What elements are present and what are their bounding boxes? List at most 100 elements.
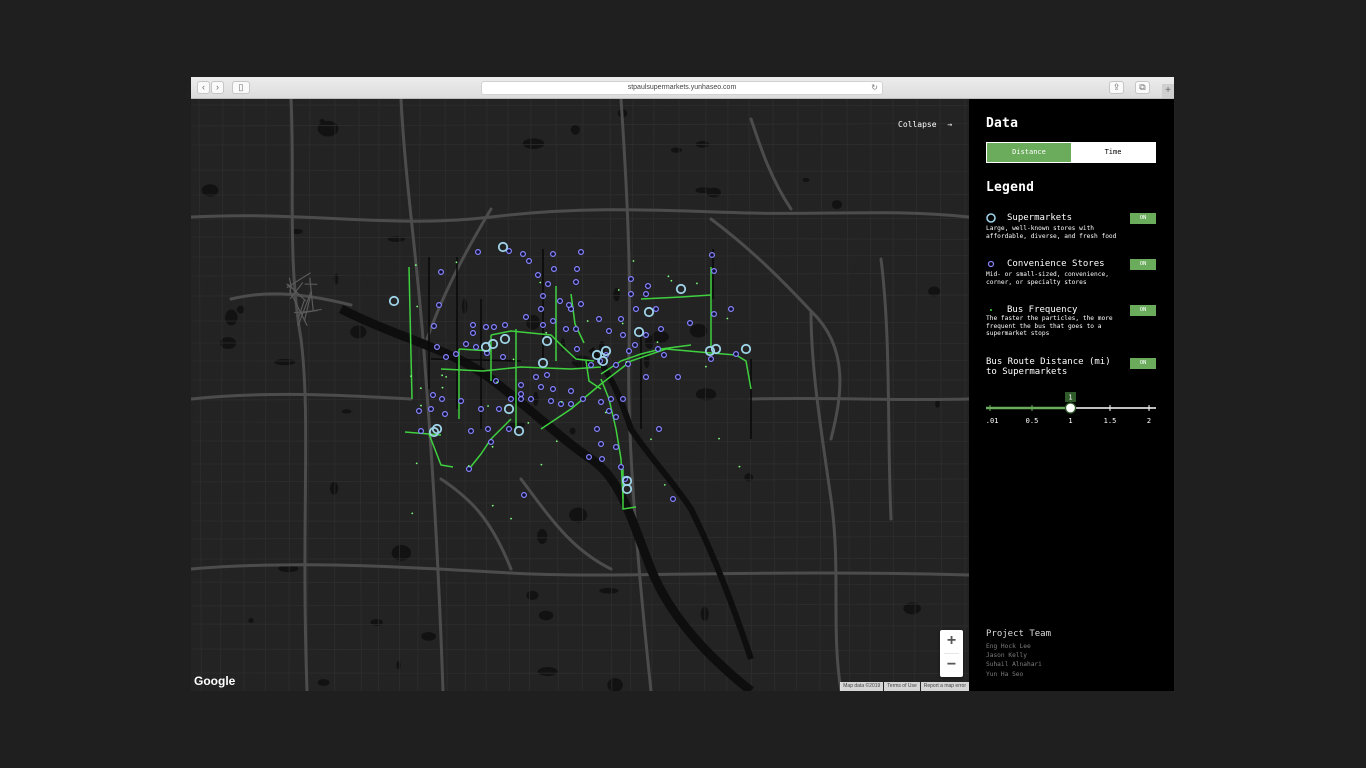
route-distance-toggle[interactable]: ON [1130, 358, 1156, 369]
convenience-store-marker [478, 406, 485, 413]
zoom-in-button[interactable]: + [940, 630, 963, 653]
street [678, 99, 680, 691]
browser-toolbar: ‹ › ▯ stpaulsupermarkets.yunhaseo.com ↻ … [191, 77, 1174, 99]
bus-particle [705, 365, 707, 368]
slider-tick-label: 0.01 [986, 417, 998, 425]
bus-particle [455, 261, 458, 264]
lake [274, 358, 296, 366]
bus-particle [625, 361, 628, 363]
convenience-store-marker [563, 326, 570, 333]
convenience-store-marker [573, 279, 580, 286]
street [191, 143, 969, 146]
bus-particle [415, 462, 418, 465]
bus-particle [527, 422, 530, 424]
report-error-link[interactable]: Report a map error [920, 682, 969, 691]
convenience-store-marker [626, 348, 633, 355]
convenience-store-marker [545, 281, 552, 288]
bus-route [408, 266, 413, 400]
street [191, 320, 969, 324]
street [191, 255, 969, 258]
sidebar-toggle-icon[interactable]: ▯ [232, 81, 250, 94]
convenience-store-marker [430, 392, 437, 399]
slider-handle[interactable] [1064, 402, 1077, 414]
distance-tab[interactable]: Distance [987, 143, 1071, 162]
supermarket-marker [740, 343, 752, 355]
convenience-store-marker [606, 328, 613, 335]
bus-particle [670, 279, 673, 282]
collapse-label: Collapse [898, 120, 937, 129]
convenience-toggle[interactable]: ON [1130, 259, 1156, 270]
bus-particle [416, 305, 419, 308]
street [417, 99, 421, 691]
tabs-icon[interactable]: ⧉ [1135, 81, 1150, 94]
convenience-store-marker [458, 398, 465, 405]
time-tab[interactable]: Time [1071, 143, 1155, 162]
lake [569, 427, 576, 435]
team-member: Suhail Alnahari [986, 661, 1042, 669]
lake [526, 590, 539, 600]
convenience-store-marker [708, 252, 715, 259]
convenience-store-marker [574, 346, 581, 353]
bus-particle [491, 445, 494, 448]
convenience-store-marker [578, 249, 585, 256]
street [398, 99, 401, 691]
supermarket-marker [537, 357, 549, 369]
side-panel: Data Distance Time Legend Supermarkets L… [969, 99, 1174, 691]
map-area[interactable]: Collapse → + − Google Map data ©2019 Ter… [191, 99, 969, 691]
bus-particle [738, 465, 741, 468]
supermarket-marker [643, 306, 655, 318]
bus-particle [650, 438, 652, 441]
supermarkets-toggle[interactable]: ON [1130, 213, 1156, 224]
convenience-store-marker [670, 496, 677, 503]
terms-link[interactable]: Terms of Use [884, 682, 920, 691]
convenience-store-marker [632, 342, 639, 349]
convenience-store-marker [526, 258, 533, 265]
street [555, 99, 559, 691]
street [819, 99, 823, 691]
bus-particle [726, 317, 729, 320]
convenience-store-marker [502, 322, 509, 329]
address-bar[interactable]: stpaulsupermarkets.yunhaseo.com ↻ [481, 81, 883, 95]
new-tab-button[interactable]: + [1162, 84, 1174, 98]
bus-particle [540, 463, 543, 466]
forward-button[interactable]: › [211, 81, 224, 94]
distance-time-toggle: Distance Time [986, 142, 1156, 163]
convenience-store-marker [535, 272, 542, 279]
back-button[interactable]: ‹ [197, 81, 210, 94]
reload-icon[interactable]: ↻ [871, 82, 878, 94]
map-canvas[interactable] [191, 99, 969, 691]
distance-slider[interactable]: 1 0.01 0.5 1 1.5 2 [986, 392, 1156, 432]
bus-frequency-title: Bus Frequency [1007, 305, 1078, 315]
convenience-store-marker [538, 384, 545, 391]
bus-particle [419, 387, 422, 390]
google-logo: Google [194, 674, 236, 688]
bus-frequency-toggle[interactable]: ON [1130, 305, 1156, 316]
convenience-store-marker [470, 322, 477, 329]
zoom-control: + − [940, 630, 963, 677]
lake [695, 187, 712, 194]
share-icon[interactable]: ⇪ [1109, 81, 1124, 94]
convenience-store-marker [594, 426, 601, 433]
collapse-button[interactable]: Collapse → [898, 120, 952, 129]
bus-particle [545, 331, 548, 334]
convenience-store-marker [643, 332, 650, 339]
highway [191, 392, 413, 401]
lake [537, 528, 548, 544]
convenience-store-marker [485, 426, 492, 433]
highway [809, 309, 843, 691]
convenience-store-marker [540, 322, 547, 329]
convenience-store-marker [710, 311, 717, 318]
convenience-store-marker [568, 388, 575, 395]
convenience-store-marker [586, 454, 593, 461]
lake [831, 200, 843, 210]
team-member: Eng Hock Lee [986, 643, 1031, 650]
convenience-store-marker [608, 396, 615, 403]
convenience-store-marker [463, 341, 470, 348]
supermarket-marker [675, 283, 687, 295]
bus-particle [539, 281, 542, 284]
bus-particle [487, 405, 489, 407]
lake [391, 545, 412, 561]
lake [695, 388, 717, 401]
convenience-store-marker [540, 293, 547, 300]
zoom-out-button[interactable]: − [940, 654, 963, 677]
